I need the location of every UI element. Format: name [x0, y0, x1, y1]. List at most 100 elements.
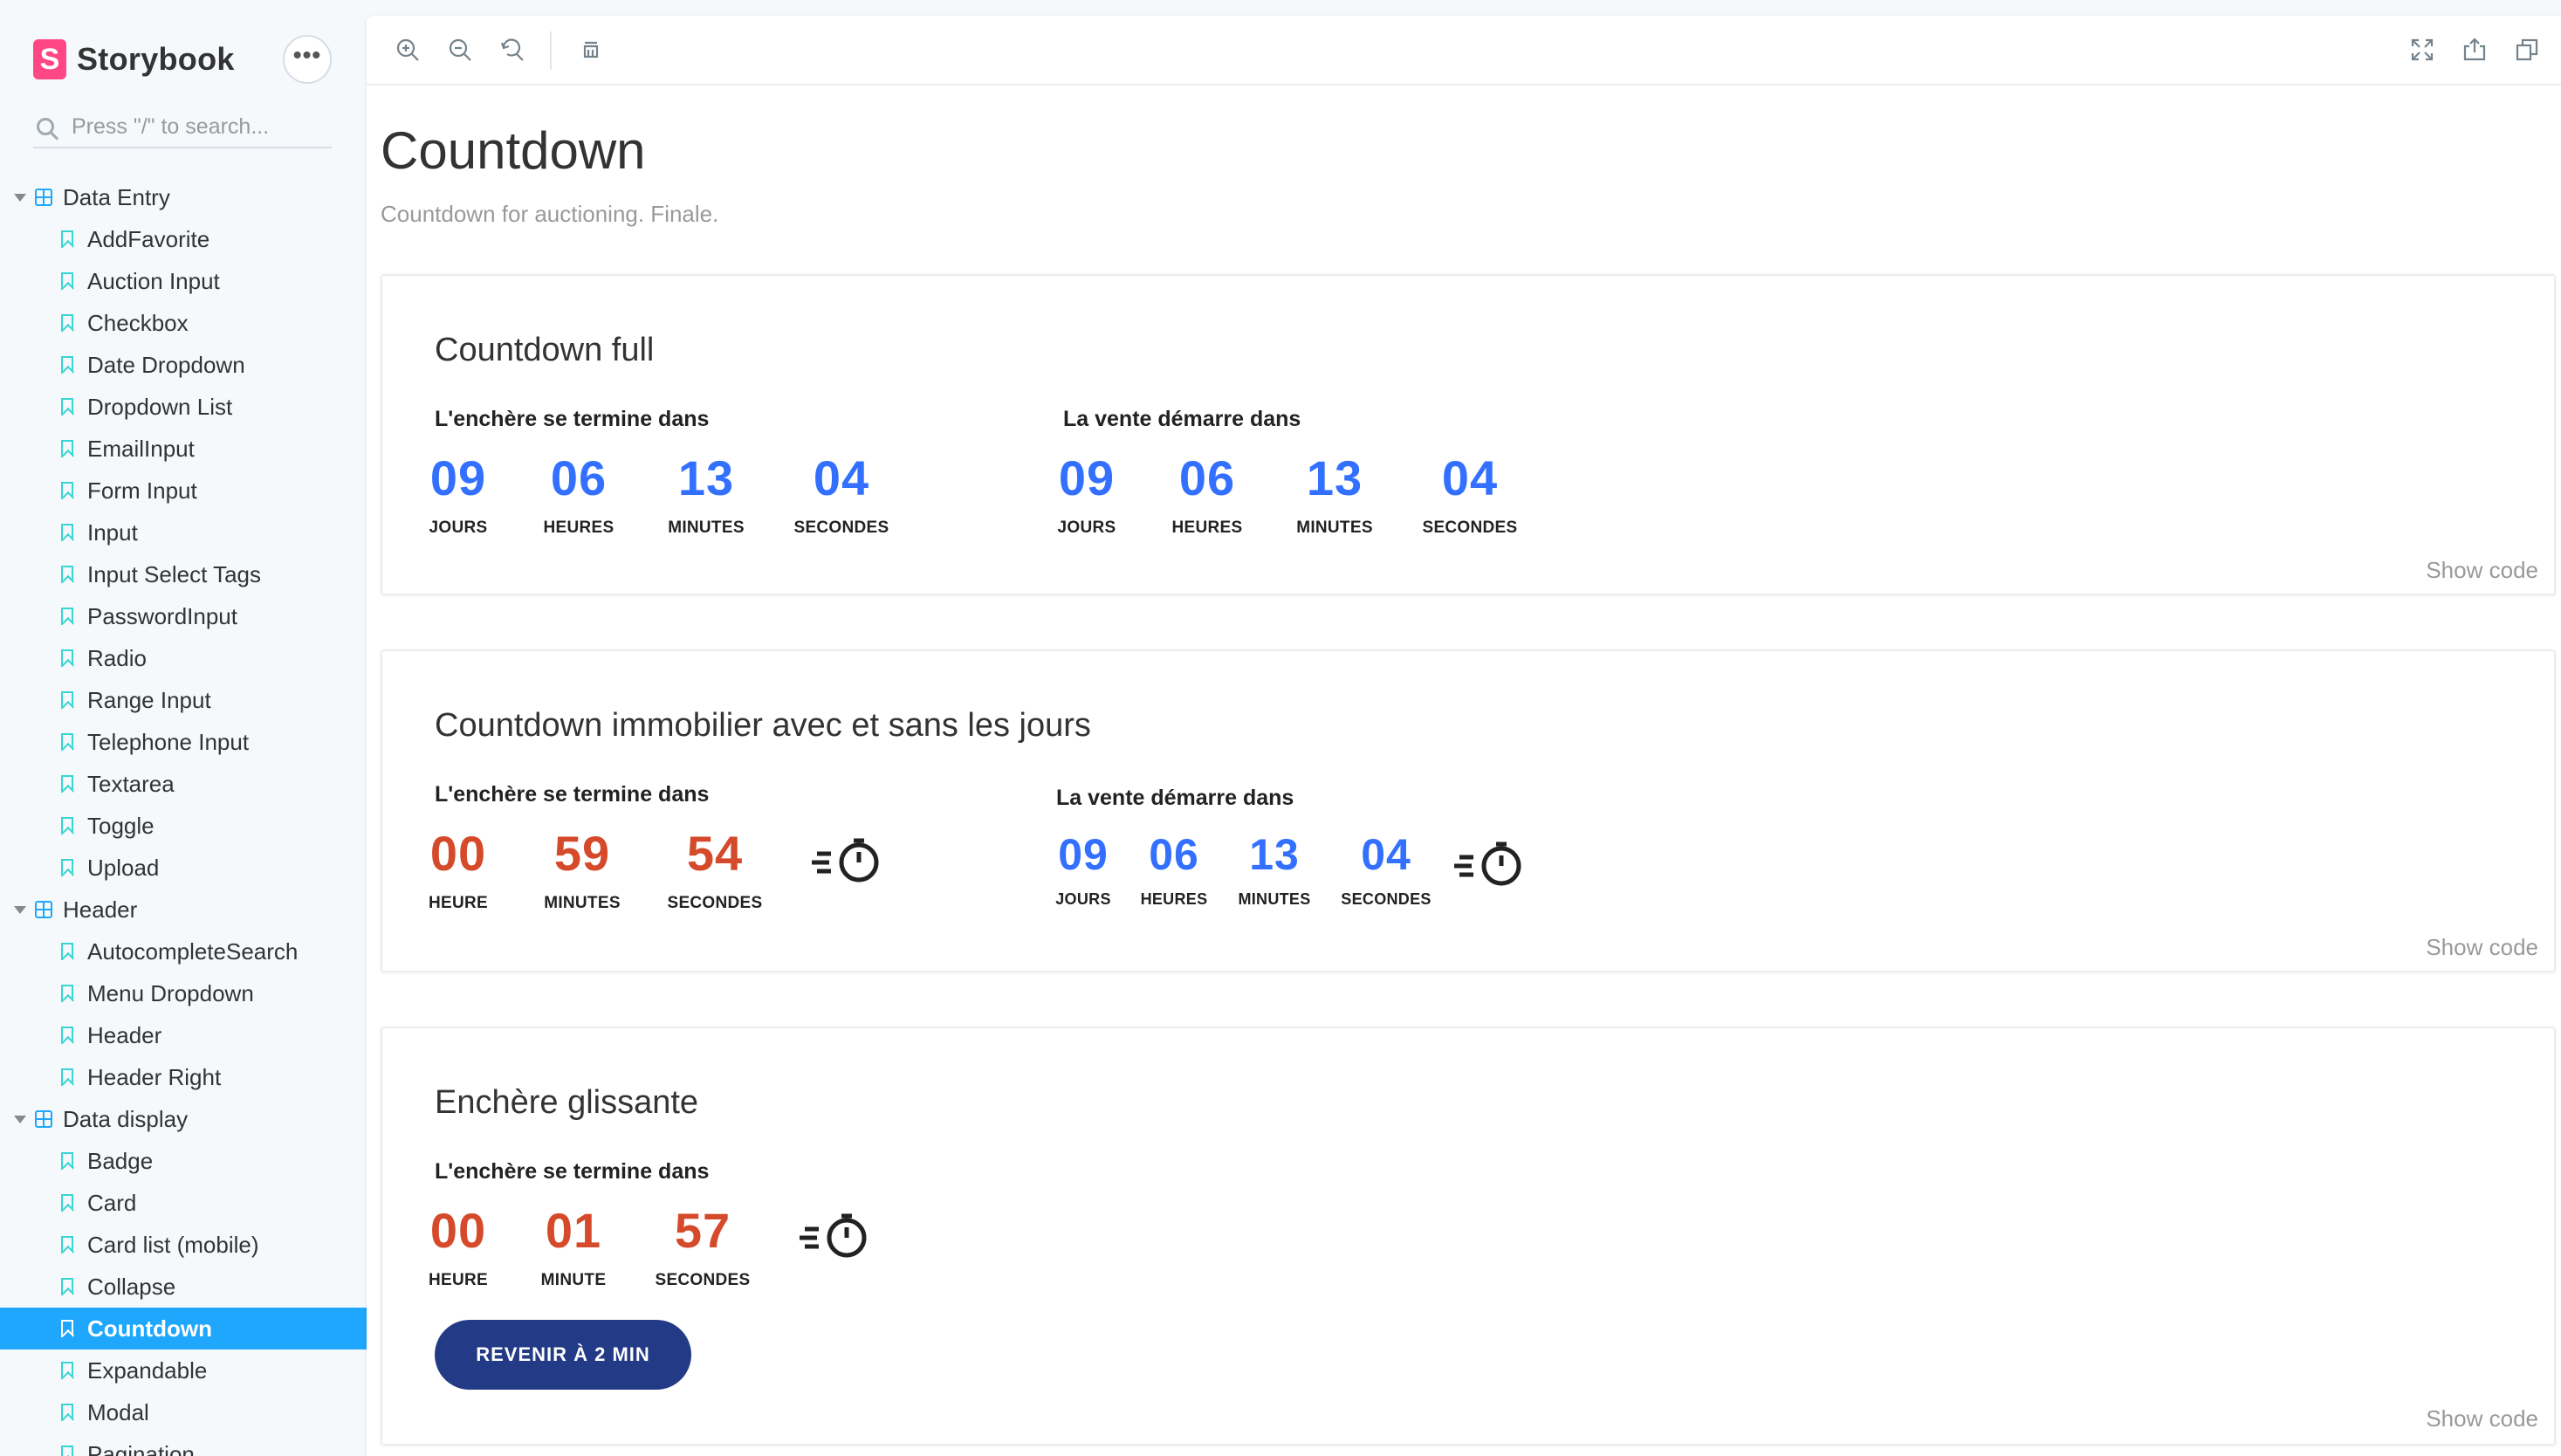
countdown-value: 13	[677, 450, 735, 505]
sidebar-item[interactable]: Countdown	[0, 1308, 367, 1350]
sidebar-item[interactable]: EmailInput	[0, 428, 367, 470]
storybook-logo-icon: S	[33, 39, 66, 79]
countdown-unit: MINUTE	[540, 1271, 607, 1289]
sidebar-item-label: Toggle	[87, 812, 154, 839]
countdown-unit: HEURES	[1140, 890, 1208, 908]
bookmark-icon	[61, 356, 73, 374]
sidebar-group-label: Header	[63, 896, 138, 923]
background-icon[interactable]	[576, 35, 606, 65]
story-card-countdown-immobilier: Countdown immobilier avec et sans les jo…	[381, 649, 2556, 972]
sidebar-item-label: Card	[87, 1189, 137, 1216]
sidebar-item[interactable]: Telephone Input	[0, 721, 367, 763]
sidebar-item[interactable]: Upload	[0, 847, 367, 889]
sidebar-item-label: Dropdown List	[87, 393, 233, 420]
countdown-block: 00 HEURE	[428, 826, 489, 913]
show-code-button[interactable]: Show code	[2426, 557, 2538, 584]
page-subtitle: Countdown for auctioning. Finale.	[381, 201, 719, 227]
countdown-block: 59 MINUTES	[538, 826, 627, 913]
sidebar-item[interactable]: Menu Dropdown	[0, 972, 367, 1014]
bookmark-icon	[61, 398, 73, 416]
chevron-down-icon	[14, 905, 26, 914]
sidebar-item[interactable]: Modal	[0, 1391, 367, 1433]
sidebar-item[interactable]: Dropdown List	[0, 386, 367, 428]
countdown-value: 06	[1149, 830, 1199, 879]
sidebar-item[interactable]: Form Input	[0, 470, 367, 512]
sidebar-item[interactable]: Range Input	[0, 679, 367, 721]
sidebar-item[interactable]: Input	[0, 512, 367, 553]
stopwatch-icon	[1454, 841, 1521, 886]
zoom-in-icon[interactable]	[393, 35, 422, 65]
bookmark-icon	[61, 482, 73, 499]
countdown-label: L'enchère se termine dans	[435, 1159, 710, 1184]
sidebar-item-label: Menu Dropdown	[87, 979, 254, 1006]
countdown-unit: MINUTES	[1238, 890, 1311, 908]
sidebar-item-label: Countdown	[87, 1315, 212, 1342]
sidebar-group-label: Data display	[63, 1105, 189, 1132]
countdown-block: 13 MINUTES	[1234, 829, 1315, 909]
sidebar-group[interactable]: Header	[0, 889, 367, 931]
sidebar-item[interactable]: Header Right	[0, 1056, 367, 1098]
sidebar-item[interactable]: Collapse	[0, 1266, 367, 1308]
sidebar-item-label: Range Input	[87, 686, 211, 713]
sidebar-group[interactable]: Data display	[0, 1098, 367, 1140]
sidebar-item[interactable]: Toggle	[0, 805, 367, 847]
story-card-enchere-glissante: Enchère glissante L'enchère se termine d…	[381, 1027, 2556, 1446]
countdown-label: La vente démarre dans	[1063, 407, 1301, 431]
sidebar-item[interactable]: AutocompleteSearch	[0, 931, 367, 972]
sidebar-item-label: Collapse	[87, 1273, 176, 1300]
revenir-2-min-button[interactable]: REVENIR À 2 MIN	[435, 1320, 691, 1390]
sidebar-item[interactable]: Card	[0, 1182, 367, 1224]
sidebar-item[interactable]: PasswordInput	[0, 595, 367, 637]
preview-panel: Countdown Countdown for auctioning. Fina…	[367, 16, 2561, 1456]
zoom-reset-icon[interactable]	[498, 35, 527, 65]
show-code-button[interactable]: Show code	[2426, 934, 2538, 961]
countdown-block: 06 HEURES	[1140, 829, 1208, 909]
sidebar-item[interactable]: Header	[0, 1014, 367, 1056]
sidebar-item-label: Upload	[87, 854, 160, 881]
sidebar-group[interactable]: Data Entry	[0, 176, 367, 218]
bookmark-icon	[61, 1320, 73, 1337]
sidebar-item[interactable]: Textarea	[0, 763, 367, 805]
sidebar-item[interactable]: Radio	[0, 637, 367, 679]
stopwatch-icon	[812, 838, 879, 883]
sidebar-item[interactable]: Badge	[0, 1140, 367, 1182]
chevron-down-icon	[14, 1115, 26, 1123]
countdown-block: 13 MINUTES	[1294, 450, 1376, 538]
sidebar-item-label: AutocompleteSearch	[87, 937, 299, 965]
sidebar-item[interactable]: AddFavorite	[0, 218, 367, 260]
bookmark-icon	[61, 272, 73, 290]
countdown-label: L'enchère se termine dans	[435, 782, 710, 807]
bookmark-icon	[61, 775, 73, 793]
countdown-block: 09 JOURS	[1056, 450, 1117, 538]
bookmark-icon	[61, 608, 73, 625]
sidebar-item-label: EmailInput	[87, 435, 195, 462]
copy-icon[interactable]	[2512, 35, 2542, 65]
search-input[interactable]: Press "/" to search...	[72, 114, 269, 140]
component-icon	[35, 189, 52, 206]
countdown-block: 04 SECONDES	[1421, 450, 1519, 538]
countdown-unit: SECONDES	[1422, 519, 1518, 537]
countdown-unit: SECONDES	[1341, 890, 1432, 908]
sidebar-item[interactable]: Expandable	[0, 1350, 367, 1391]
search-box[interactable]: Press "/" to search...	[33, 106, 332, 148]
countdown-value: 57	[674, 1203, 731, 1258]
sidebar-item[interactable]: Pagination	[0, 1433, 367, 1456]
show-code-button[interactable]: Show code	[2426, 1405, 2538, 1432]
share-icon[interactable]	[2460, 35, 2489, 65]
zoom-out-icon[interactable]	[445, 35, 475, 65]
countdown-block: 00 HEURE	[428, 1203, 489, 1290]
sidebar-item[interactable]: Auction Input	[0, 260, 367, 302]
sidebar-item[interactable]: Checkbox	[0, 302, 367, 344]
brand[interactable]: S Storybook	[33, 38, 235, 80]
fullscreen-icon[interactable]	[2407, 35, 2437, 65]
countdown-unit: HEURE	[428, 894, 488, 912]
sidebar-item[interactable]: Input Select Tags	[0, 553, 367, 595]
bookmark-icon	[61, 440, 73, 457]
bookmark-icon	[61, 943, 73, 960]
bookmark-icon	[61, 1194, 73, 1212]
logo-letter: S	[39, 43, 60, 76]
sidebar-menu-button[interactable]: •••	[283, 35, 332, 84]
sidebar-item[interactable]: Card list (mobile)	[0, 1224, 367, 1266]
countdown-unit: MINUTES	[1296, 519, 1373, 537]
sidebar-item[interactable]: Date Dropdown	[0, 344, 367, 386]
